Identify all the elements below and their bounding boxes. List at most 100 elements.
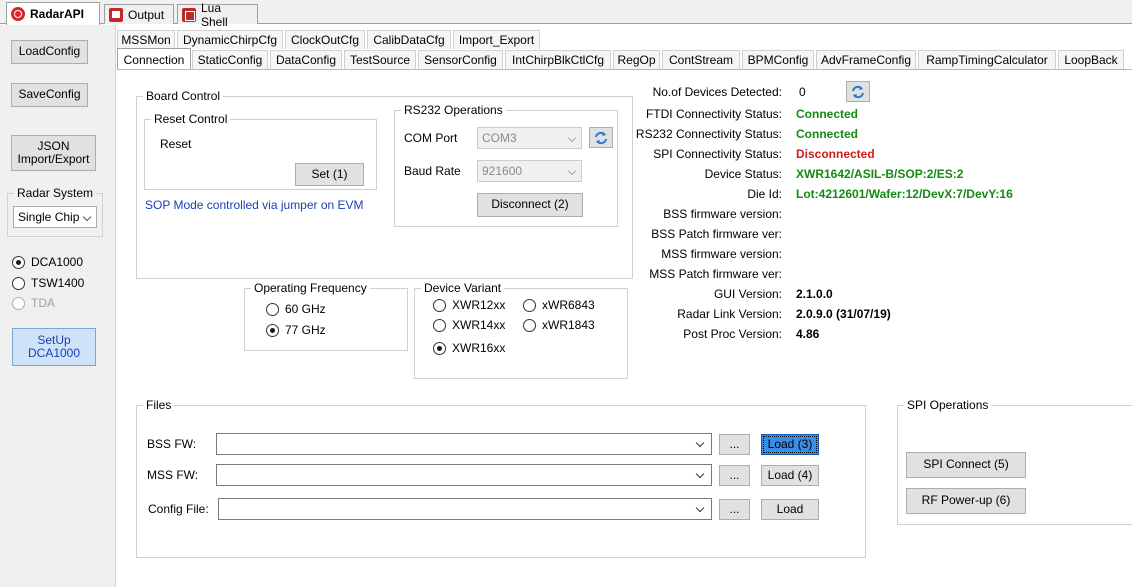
load-file-button[interactable]: Load (4) (761, 465, 819, 486)
status-label: Post Proc Version: (683, 327, 782, 341)
status-label: BSS firmware version: (663, 207, 782, 221)
radio-label: XWR12xx (452, 298, 506, 312)
load-file-button[interactable]: Load (3) (761, 434, 819, 455)
tab-intchirpblkctlcfg[interactable]: IntChirpBlkCtlCfg (505, 50, 611, 69)
radar-system-select[interactable]: Single Chip (13, 206, 97, 228)
status-value: XWR1642/ASIL-B/SOP:2/ES:2 (796, 167, 964, 181)
radio-dca1000[interactable]: DCA1000 (12, 255, 83, 269)
radar-system-title: Radar System (14, 186, 97, 200)
radio-xwr6843[interactable]: xWR6843 (523, 298, 595, 312)
radar-system-value: Single Chip (18, 210, 80, 224)
reset-control-title: Reset Control (151, 112, 231, 126)
chevron-down-icon (567, 166, 577, 176)
rf-power-up-button[interactable]: RF Power-up (6) (906, 488, 1026, 514)
setup-dca1000-button[interactable]: SetUp DCA1000 (12, 328, 96, 366)
status-value: Connected (796, 107, 859, 121)
tab-bpmconfig[interactable]: BPMConfig (742, 50, 814, 69)
file-label: MSS FW: (147, 468, 199, 482)
tab-calibdatacfg[interactable]: CalibDataCfg (367, 30, 451, 49)
status-label: Die Id: (747, 187, 782, 201)
files-group: Files BSS FW:... Load (3) MSS FW:... Load (… (136, 398, 866, 558)
tab-contstream[interactable]: ContStream (662, 50, 740, 69)
radio-77ghz[interactable]: 77 GHz (266, 323, 326, 337)
json-import-export-button[interactable]: JSON Import/Export (11, 135, 96, 171)
file-path-select[interactable] (218, 498, 712, 520)
tab-testsource[interactable]: TestSource (344, 50, 416, 69)
radio-xwr12xx[interactable]: XWR12xx (433, 298, 505, 312)
device-variant-group: Device Variant XWR12xx xWR6843 XWR14xx x… (414, 281, 628, 379)
status-label: BSS Patch firmware ver: (651, 227, 782, 241)
tab-sensorconfig[interactable]: SensorConfig (418, 50, 503, 69)
radio-xwr1843[interactable]: xWR1843 (523, 318, 595, 332)
browse-button[interactable]: ... (719, 499, 750, 520)
tab-mssmon[interactable]: MSSMon (117, 30, 175, 49)
browse-button[interactable]: ... (719, 465, 750, 486)
status-label: GUI Version: (713, 287, 782, 301)
tab-lua-shell[interactable]: Lua Shell (177, 1, 258, 29)
radio-dot (433, 341, 446, 355)
tab-connection[interactable]: Connection (117, 48, 191, 70)
tab-label: RadarAPI (30, 7, 85, 21)
left-sidebar: LoadConfig SaveConfig JSON Import/Export… (0, 25, 116, 587)
baud-rate-value: 921600 (482, 164, 523, 178)
tab-row-2: Connection StaticConfig DataConfig TestS… (117, 48, 1132, 70)
chevron-down-icon (567, 133, 577, 143)
status-label: MSS firmware version: (661, 247, 782, 261)
chevron-down-icon (695, 438, 705, 448)
tab-advframeconfig[interactable]: AdvFrameConfig (816, 50, 916, 69)
tab-loopback[interactable]: LoopBack (1058, 50, 1124, 69)
operating-frequency-group: Operating Frequency 60 GHz 77 GHz (244, 281, 408, 351)
rs232-operations-group: RS232 Operations COM Port COM3 Baud Rate… (394, 103, 618, 227)
tab-divider (117, 69, 1132, 70)
status-label: MSS Patch firmware ver: (649, 267, 782, 281)
file-path-select[interactable] (216, 433, 712, 455)
com-refresh-button[interactable] (589, 127, 613, 148)
spi-connect-button[interactable]: SPI Connect (5) (906, 452, 1026, 478)
browse-button[interactable]: ... (719, 434, 750, 455)
radio-xwr14xx[interactable]: XWR14xx (433, 318, 505, 332)
radio-dot (523, 318, 536, 332)
spi-operations-title: SPI Operations (904, 398, 992, 412)
tab-output[interactable]: Output (104, 4, 174, 24)
reset-label: Reset (160, 137, 192, 151)
file-path-select[interactable] (216, 464, 712, 486)
refresh-icon (852, 85, 864, 98)
tab-dynamicchirpcfg[interactable]: DynamicChirpCfg (177, 30, 283, 49)
com-port-label: COM Port (404, 131, 458, 145)
tab-import-export[interactable]: Import_Export (453, 30, 540, 49)
radar-system-group: Radar System Single Chip (7, 186, 103, 237)
sop-mode-note: SOP Mode controlled via jumper on EVM (145, 198, 364, 212)
device-variant-title: Device Variant (421, 281, 505, 295)
status-value: 2.0.9.0 (31/07/19) (796, 307, 891, 321)
radio-label: TDA (31, 296, 55, 310)
status-value: 4.86 (796, 327, 820, 341)
com-port-value: COM3 (482, 131, 517, 145)
tab-row-1: MSSMon DynamicChirpCfg ClockOutCfg Calib… (117, 30, 1132, 50)
tab-clockoutcfg[interactable]: ClockOutCfg (285, 30, 365, 49)
load-file-button[interactable]: Load (761, 499, 819, 520)
status-label: RS232 Connectivity Status: (635, 127, 782, 141)
baud-rate-select: 921600 (477, 160, 582, 182)
radio-60ghz[interactable]: 60 GHz (266, 302, 326, 316)
save-config-button[interactable]: SaveConfig (11, 83, 88, 107)
tab-ramptimingcalculator[interactable]: RampTimingCalculator (918, 50, 1056, 69)
tab-label: Lua Shell (200, 0, 228, 29)
set-reset-button[interactable]: Set (1) (295, 163, 364, 186)
operating-frequency-title: Operating Frequency (251, 281, 370, 295)
tab-radar-api[interactable]: RadarAPI (6, 2, 100, 25)
radio-label: xWR6843 (542, 298, 595, 312)
tab-dataconfig[interactable]: DataConfig (270, 50, 342, 69)
reset-control-group: Reset Control Reset Set (1) (144, 112, 377, 190)
tab-label: Output (128, 7, 165, 22)
load-config-button[interactable]: LoadConfig (11, 40, 88, 64)
radio-label: 60 GHz (285, 302, 326, 316)
tab-regop[interactable]: RegOp (613, 50, 660, 69)
status-label: Device Status: (704, 167, 782, 181)
radio-xwr16xx[interactable]: XWR16xx (433, 341, 505, 355)
status-value: Connected (796, 127, 859, 141)
devices-refresh-button[interactable] (846, 81, 870, 102)
disconnect-button[interactable]: Disconnect (2) (477, 193, 583, 217)
tab-staticconfig[interactable]: StaticConfig (192, 50, 268, 69)
radio-dot (12, 276, 25, 290)
radio-tsw1400[interactable]: TSW1400 (12, 276, 84, 290)
